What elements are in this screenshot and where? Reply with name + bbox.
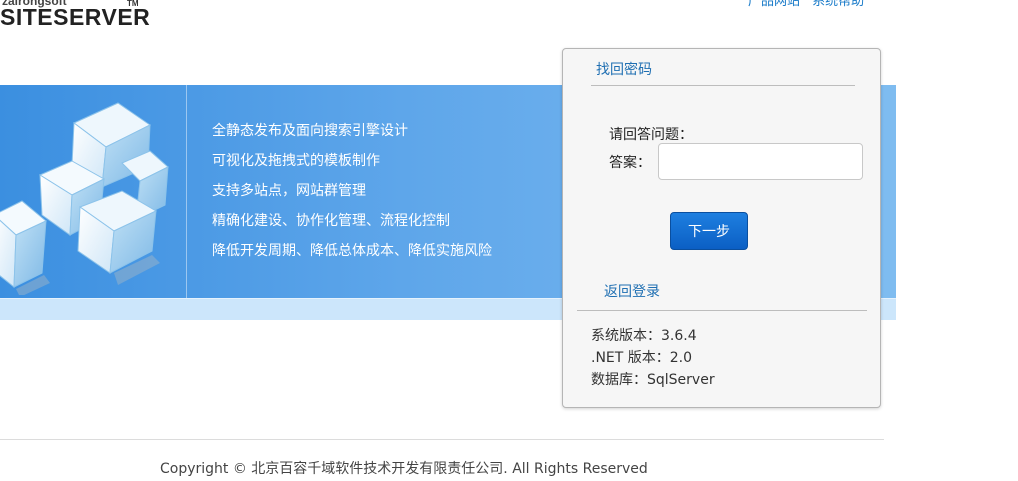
dotnet-version: .NET 版本：2.0 [591,350,693,366]
footer-divider [0,439,884,440]
feature-item: 降低开发周期、降低总体成本、降低实施风险 [212,243,492,259]
system-info: 系统版本：3.6.4 .NET 版本：2.0 数据库：SqlServer [591,326,715,392]
feature-item: 精确化建设、协作化管理、流程化控制 [212,213,450,229]
next-step-button[interactable]: 下一步 [670,212,748,250]
answer-label: 答案： [609,155,651,171]
siteserver-logo: zairongsoft SITESERVER TM [0,0,150,40]
title-divider [591,85,855,86]
feature-item: 支持多站点，网站群管理 [212,183,366,199]
recover-password-panel: 找回密码 请回答问题： 答案： 下一步 返回登录 系统版本：3.6.4 .NET… [562,48,881,408]
product-site-link[interactable]: 产品网站 [748,0,800,9]
logo-product-text: SITESERVER [0,4,151,30]
answer-input[interactable] [658,143,863,180]
database-type: 数据库：SqlServer [591,372,715,388]
system-version: 系统版本：3.6.4 [591,328,697,344]
info-divider [577,310,867,311]
feature-item: 全静态发布及面向搜索引擎设计 [212,123,408,139]
question-label: 请回答问题： [609,127,693,143]
panel-title: 找回密码 [596,62,652,78]
feature-item: 可视化及拖拽式的模板制作 [212,153,380,169]
top-nav: 产品网站 系统帮助 [748,0,872,9]
system-help-link[interactable]: 系统帮助 [812,0,864,9]
cubes-illustration [0,102,169,295]
copyright-text: Copyright © 北京百容千域软件技术开发有限责任公司. All Righ… [160,461,648,477]
back-to-login-link[interactable]: 返回登录 [604,281,660,301]
logo-trademark: TM [127,0,139,8]
banner-divider [186,85,187,298]
feature-list: 全静态发布及面向搜索引擎设计 可视化及拖拽式的模板制作 支持多站点，网站群管理 … [212,121,492,271]
